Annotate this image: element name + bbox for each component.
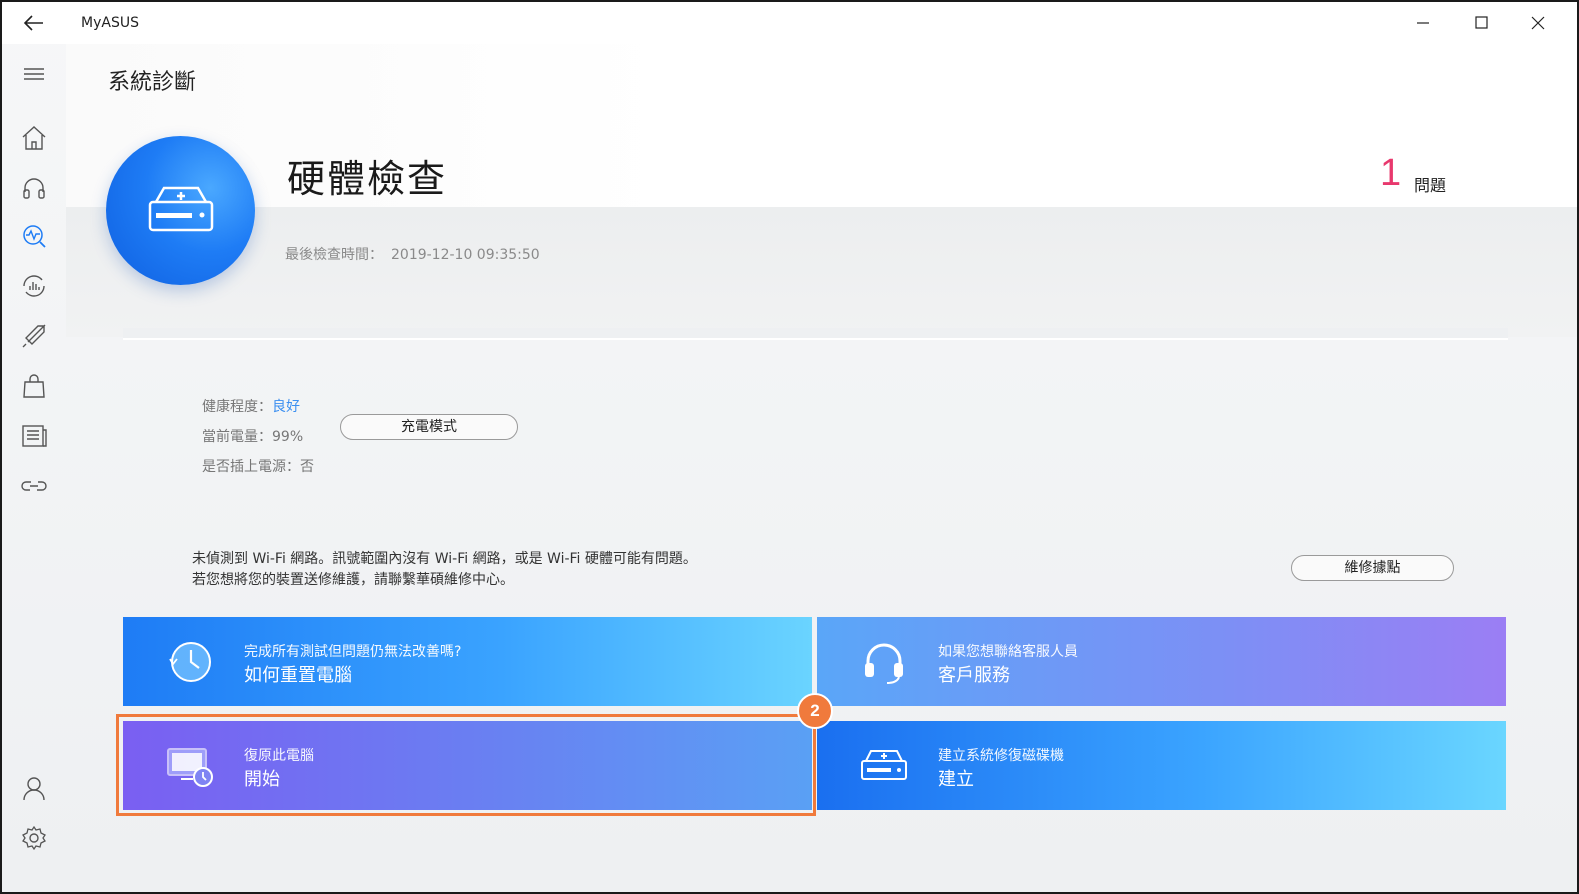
charge-mode-button[interactable]: 充電模式 — [340, 414, 518, 440]
battery-charge: 當前電量：99% — [202, 429, 304, 445]
app-title: MyASUS — [81, 15, 139, 31]
customer-service-title: 客戶服務 — [938, 665, 1010, 686]
user-icon[interactable] — [20, 774, 48, 802]
customer-service-card[interactable]: 如果您想聯絡客服人員 客戶服務 — [817, 617, 1506, 706]
headset-icon[interactable] — [20, 174, 48, 202]
battery-health: 健康程度：良好 — [202, 396, 300, 416]
header-lower-band — [66, 207, 1577, 337]
reset-pc-title: 如何重置電腦 — [244, 665, 352, 686]
last-check-value: 2019-12-10 09:35:50 — [391, 247, 540, 263]
drive-icon — [861, 750, 907, 780]
menu-icon[interactable] — [20, 60, 48, 88]
customer-service-subtitle: 如果您想聯絡客服人員 — [938, 644, 1078, 660]
hardware-check-badge — [106, 136, 255, 285]
page-title: 系統診斷 — [108, 70, 197, 95]
battery-health-value: 良好 — [272, 399, 300, 415]
service-center-button[interactable]: 維修據點 — [1291, 555, 1454, 581]
headset-icon — [865, 643, 903, 684]
app-window: MyASUS 系統診斷 硬體檢查 1 問題 最後檢查時間： 2019-12-10… — [0, 0, 1579, 894]
home-icon[interactable] — [20, 124, 48, 152]
highlight-frame — [116, 714, 816, 816]
reset-pc-card[interactable]: 完成所有測試但問題仍無法改善嗎? 如何重置電腦 — [123, 617, 812, 706]
recovery-drive-card[interactable]: 建立系統修復磁碟機 建立 — [817, 721, 1506, 810]
wifi-message-line1: 未偵測到 Wi-Fi 網路。訊號範圍內沒有 Wi-Fi 網路，或是 Wi-Fi … — [192, 551, 697, 567]
section-divider — [123, 328, 1508, 340]
link-icon[interactable] — [20, 472, 48, 500]
update-icon[interactable] — [20, 272, 48, 300]
back-arrow-icon[interactable] — [22, 12, 46, 34]
hardware-check-title: 硬體檢查 — [287, 157, 448, 201]
wifi-message-line2: 若您想將您的裝置送修維護，請聯繫華碩維修中心。 — [192, 572, 514, 588]
issue-label: 問題 — [1414, 176, 1447, 195]
minimize-icon[interactable] — [1412, 12, 1434, 34]
rocket-icon[interactable] — [20, 322, 48, 350]
diagnosis-icon[interactable] — [20, 222, 48, 250]
close-icon[interactable] — [1527, 12, 1549, 34]
battery-plugged: 是否插上電源：否 — [202, 459, 314, 475]
issue-count: 1 — [1380, 152, 1402, 194]
recovery-drive-title: 建立 — [938, 769, 974, 790]
news-icon[interactable] — [20, 422, 48, 450]
drive-icon — [148, 186, 214, 232]
last-check-time: 最後檢查時間： 2019-12-10 09:35:50 — [285, 244, 540, 264]
maximize-icon[interactable] — [1470, 12, 1492, 34]
recovery-drive-subtitle: 建立系統修復磁碟機 — [938, 748, 1064, 764]
sidebar — [2, 44, 66, 892]
last-check-label: 最後檢查時間： — [285, 247, 383, 263]
bag-icon[interactable] — [20, 372, 48, 400]
clock-icon — [169, 642, 211, 682]
step-badge: 2 — [797, 693, 833, 729]
title-bar: MyASUS — [2, 2, 1577, 44]
settings-icon[interactable] — [20, 824, 48, 852]
reset-pc-subtitle: 完成所有測試但問題仍無法改善嗎? — [244, 644, 462, 660]
battery-health-label: 健康程度： — [202, 399, 272, 415]
